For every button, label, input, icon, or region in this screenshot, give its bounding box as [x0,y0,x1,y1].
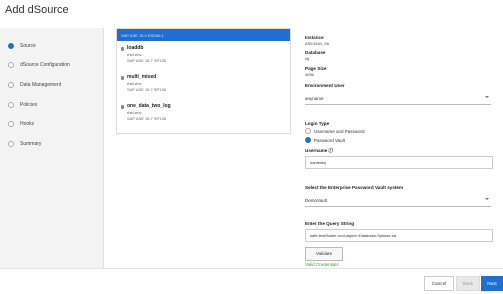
username-input[interactable]: namesey [305,156,493,169]
cancel-button[interactable]: Cancel [424,276,454,291]
radio-icon [305,137,311,143]
page-size-label: Page Size [305,66,327,71]
database-label: Database [305,50,326,55]
wizard-steps-nav: Source dSource Configuration Data Manage… [0,28,104,268]
radio-icon [305,128,311,134]
step-dsource-configuration[interactable]: dSource Configuration [8,62,70,68]
wizard-footer: Cancel Back Next [0,268,503,294]
database-value: fdj [305,56,310,61]
step-hooks[interactable]: Hooks [8,121,34,127]
page-size-value: 4096 [305,72,314,77]
title-bar: Add dSource [0,0,503,28]
vault-system-label: Select the Enterprise Password Vault sys… [305,185,404,190]
main-panel: SAP ASE 15.0 ESD#6.1 loaddb rhel-env SAP… [104,28,503,268]
step-policies[interactable]: Policies [8,102,37,108]
selected-source-row[interactable]: SAP ASE 15.0 ESD#6.1 [117,29,290,41]
step-label: Policies [20,102,38,108]
query-string-input[interactable]: safe-test/folder-root;object=Database-Sy… [305,229,493,242]
step-summary[interactable]: Summary [8,141,41,147]
source-database-list: SAP ASE 15.0 ESD#6.1 loaddb rhel-env SAP… [116,28,291,134]
chevron-down-icon [485,96,489,98]
back-button[interactable]: Back [456,276,480,291]
step-indicator-icon [8,43,14,49]
step-indicator-icon [8,141,14,147]
step-indicator-icon [8,121,14,127]
username-label: Username ⓘ [305,148,334,153]
step-label: Hooks [20,121,35,127]
step-data-management[interactable]: Data Management [8,82,61,88]
step-indicator-icon [8,102,14,108]
valid-credentials-text: Valid Credentials [305,262,339,267]
step-label: Source [20,43,36,49]
step-source[interactable]: Source [8,43,36,49]
next-button[interactable]: Next [481,276,503,291]
database-icon [121,76,124,80]
instance-label: Instance [305,35,324,40]
step-label: Data Management [20,82,62,88]
login-password-vault-radio[interactable]: Password Vault [305,137,345,143]
database-icon [121,47,124,51]
database-icon [121,105,124,109]
step-indicator-icon [8,62,14,68]
step-label: dSource Configuration [20,62,70,68]
step-label: Summary [20,141,42,147]
instance-value: ASE1540_S6 [305,41,330,46]
validate-button[interactable]: Validate [305,247,343,261]
page-title: Add dSource [5,4,69,16]
login-type-label: Login Type [305,121,330,126]
chevron-down-icon [485,198,489,200]
step-indicator-icon [8,82,14,88]
environment-user-label: Environment User [305,83,345,88]
login-username-password-radio[interactable]: Username and Password [305,128,365,134]
query-string-label: Enter the Query String [305,221,355,226]
environment-user-select[interactable]: anyname [305,93,491,105]
vault-system-select[interactable]: DemoVault [305,195,491,207]
